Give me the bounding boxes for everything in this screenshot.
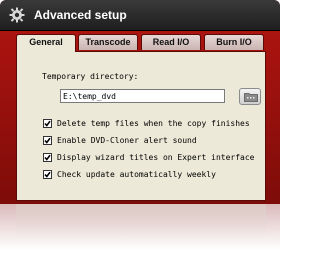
wizard-titles-label: Display wizard titles on Expert interfac… bbox=[57, 153, 255, 162]
panel-reflection bbox=[16, 204, 266, 234]
checkmark-icon bbox=[44, 137, 51, 144]
alert-sound-label: Enable DVD-Cloner alert sound bbox=[57, 136, 197, 145]
wizard-titles-checkbox[interactable] bbox=[43, 153, 52, 162]
option-check-update[interactable]: Check update automatically weekly bbox=[43, 169, 263, 180]
temp-dir-input[interactable]: E:\temp_dvd bbox=[60, 89, 225, 103]
window-title: Advanced setup bbox=[34, 8, 127, 22]
gear-icon bbox=[9, 7, 25, 23]
tab-general[interactable]: General bbox=[16, 34, 76, 52]
tab-read-io[interactable]: Read I/O bbox=[141, 34, 201, 50]
tab-burn-io[interactable]: Burn I/O bbox=[204, 34, 264, 50]
alert-sound-checkbox[interactable] bbox=[43, 136, 52, 145]
check-update-checkbox[interactable] bbox=[43, 170, 52, 179]
checkmark-icon bbox=[44, 120, 51, 127]
folder-icon bbox=[244, 93, 258, 102]
option-delete-temp[interactable]: Delete temp files when the copy finishes bbox=[43, 118, 263, 129]
check-update-label: Check update automatically weekly bbox=[57, 170, 216, 179]
tab-bar: General Transcode Read I/O Burn I/O bbox=[16, 34, 266, 52]
option-wizard-titles[interactable]: Display wizard titles on Expert interfac… bbox=[43, 152, 263, 163]
option-alert-sound[interactable]: Enable DVD-Cloner alert sound bbox=[43, 135, 263, 146]
title-bar[interactable]: Advanced setup bbox=[0, 0, 280, 31]
delete-temp-label: Delete temp files when the copy finishes bbox=[57, 119, 250, 128]
advanced-setup-window: Advanced setup General Transcode Read I/… bbox=[0, 0, 280, 204]
tab-transcode[interactable]: Transcode bbox=[78, 34, 138, 50]
window-reflection bbox=[0, 204, 280, 270]
checkmark-icon bbox=[44, 154, 51, 161]
temp-dir-label: Temporary directory: bbox=[42, 72, 139, 81]
browse-folder-button[interactable] bbox=[239, 88, 261, 105]
general-panel: Temporary directory: E:\temp_dvd Delete … bbox=[16, 51, 266, 201]
delete-temp-checkbox[interactable] bbox=[43, 119, 52, 128]
checkmark-icon bbox=[44, 171, 51, 178]
